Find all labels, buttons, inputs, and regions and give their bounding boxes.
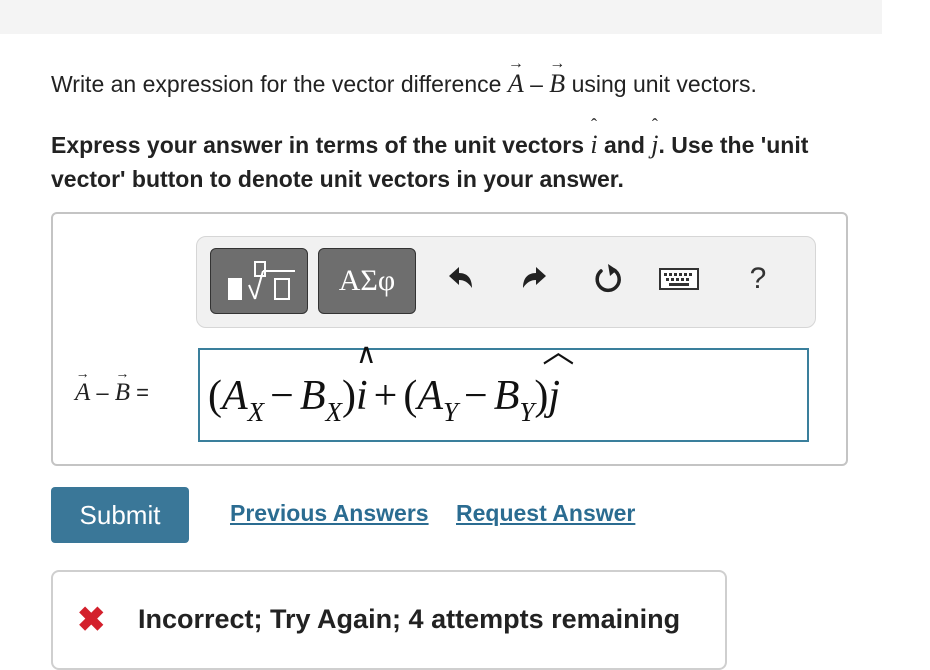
prompt-text-end: using unit vectors.: [565, 71, 757, 97]
vector-arrow-icon: →: [115, 367, 130, 382]
redo-icon: [523, 267, 546, 288]
hat-icon: ˆ: [651, 115, 658, 135]
answer-unit-j: ︿ j: [542, 333, 575, 419]
reset-button[interactable]: [588, 259, 628, 299]
vector-arrow-icon: →: [75, 367, 90, 382]
answer-input[interactable]: (AX − BX) ∧ i + (AY − BY) ︿ j: [198, 333, 809, 442]
prompt-text: Write an expression for the vector diffe…: [51, 71, 508, 97]
keyboard-icon: [659, 268, 699, 290]
math-toolbar: ΑΣφ ?: [196, 236, 816, 328]
unit-i: ˆi: [590, 115, 598, 159]
request-answer-link[interactable]: Request Answer: [456, 500, 635, 527]
incorrect-icon: ✖: [77, 601, 106, 639]
vector-arrow-icon: →: [507, 55, 524, 72]
instr-text: Express your answer in terms of the unit…: [51, 132, 591, 158]
feedback-message: Incorrect; Try Again; 4 attempts remaini…: [138, 604, 681, 634]
minus-sign: –: [523, 71, 550, 97]
top-bar: [0, 0, 882, 34]
help-button[interactable]: ?: [738, 259, 778, 299]
undo-icon: [449, 267, 472, 288]
instructions: Express your answer in terms of the unit…: [51, 115, 881, 196]
answer-unit-i: ∧ i: [356, 339, 377, 420]
submit-button[interactable]: Submit: [51, 487, 189, 543]
hat-icon: ︿: [542, 333, 575, 369]
redo-button[interactable]: [515, 259, 555, 299]
lhs-vector-a: → A: [75, 367, 91, 406]
greek-label: ΑΣφ: [338, 264, 396, 297]
instr-and: and: [597, 132, 652, 158]
templates-icon: [228, 261, 295, 300]
answer-label: → A – → B =: [75, 367, 149, 407]
previous-answers-link[interactable]: Previous Answers: [230, 500, 429, 527]
hat-icon: ˆ: [591, 115, 597, 135]
greek-symbols-button[interactable]: ΑΣφ: [318, 248, 416, 314]
hat-icon: ∧: [356, 339, 377, 370]
unit-j: ˆj: [651, 115, 659, 159]
lhs-equals: =: [130, 380, 149, 405]
templates-button[interactable]: [210, 248, 308, 314]
undo-button[interactable]: [440, 259, 480, 299]
lhs-vector-b: → B: [114, 367, 131, 406]
vector-arrow-icon: →: [549, 55, 566, 72]
vector-a: → A: [507, 55, 524, 99]
answer-expression: (AX − BX) ∧ i + (AY − BY) ︿ j: [208, 333, 575, 427]
help-icon: ?: [749, 262, 767, 295]
keyboard-button[interactable]: [659, 259, 699, 299]
reset-icon: [595, 264, 621, 293]
vector-b: → B: [549, 55, 566, 99]
lhs-minus: –: [90, 380, 115, 405]
question-prompt: Write an expression for the vector diffe…: [51, 55, 757, 99]
